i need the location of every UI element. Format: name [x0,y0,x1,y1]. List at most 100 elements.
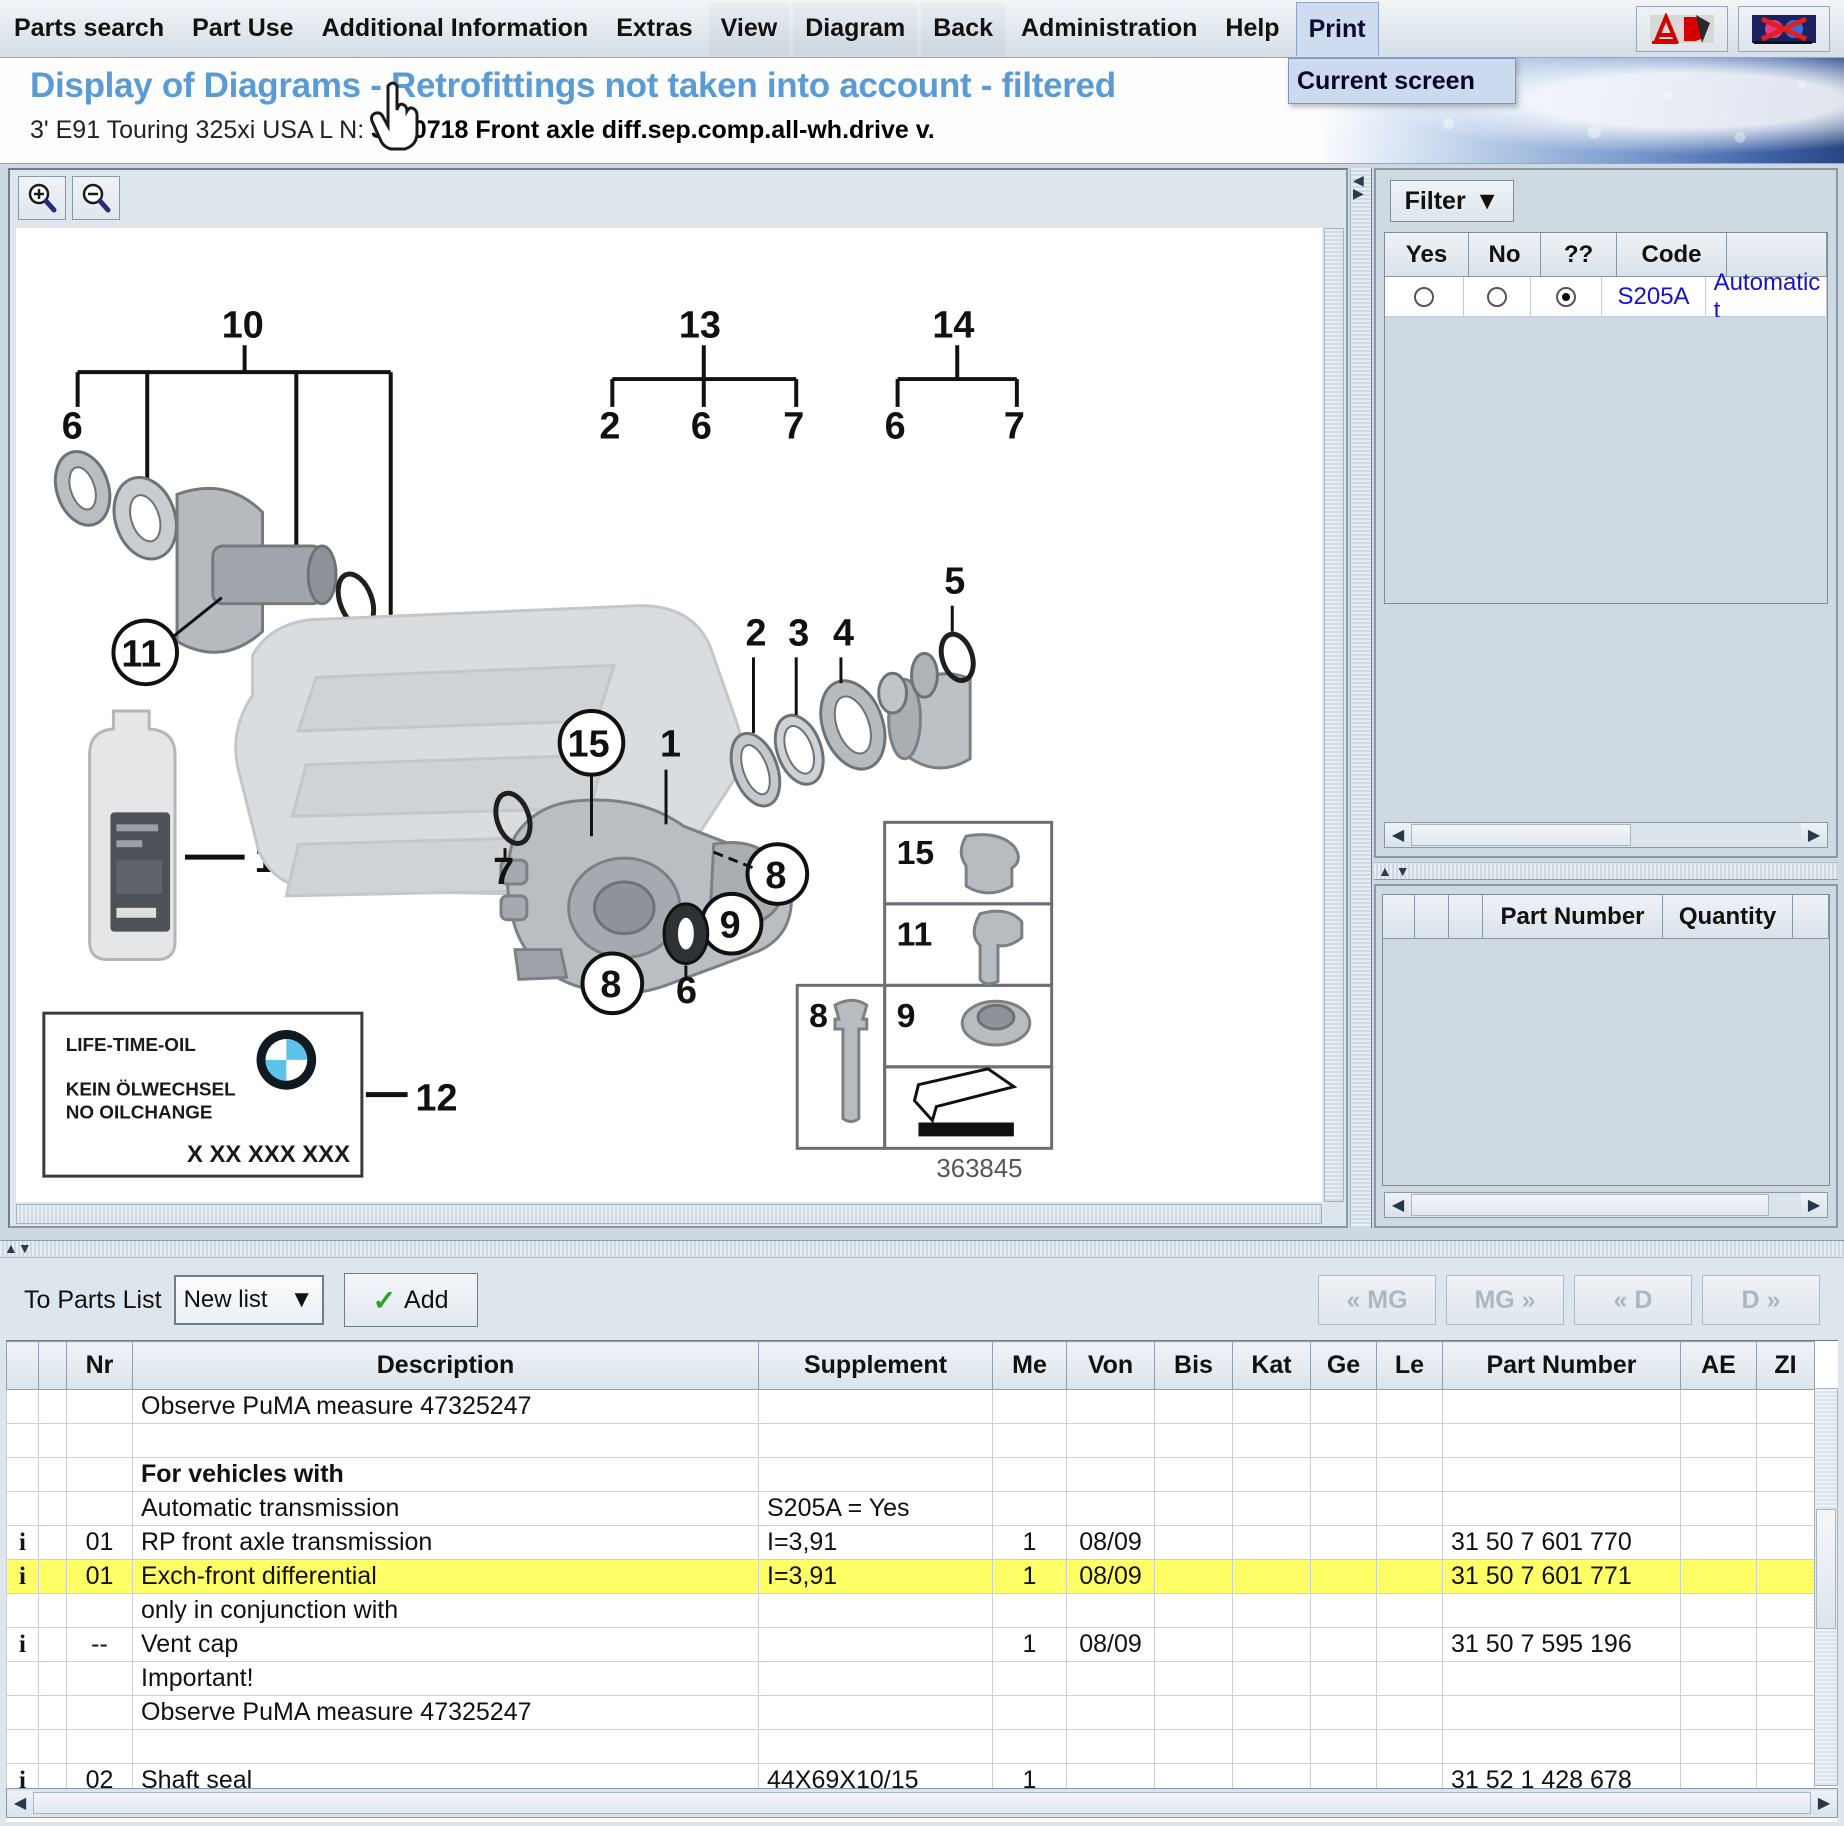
bottom-splitter-arrows[interactable]: ▲▼ [4,1240,32,1256]
bottom-splitter[interactable]: ▲▼ [0,1240,1844,1258]
scroll-thumb[interactable] [1411,824,1631,846]
cell-info [6,1695,39,1730]
col-header-part-number[interactable]: Part Number [1483,895,1663,939]
annotation-tool-button[interactable] [1636,5,1728,52]
right-panel-splitter[interactable]: ▲ ▼ [1374,862,1838,880]
zoom-in-button[interactable] [18,176,66,220]
no-entry-tool-button[interactable] [1738,5,1830,52]
menu-part-use[interactable]: Part Use [180,2,305,56]
table-row[interactable]: i 01 RP front axle transmission I=3,91 1 08/0… [6,1525,1815,1560]
parts-table-horizontal-scrollbar[interactable]: ◀ ▶ [6,1788,1838,1818]
prev-d-button[interactable]: « D [1574,1275,1692,1325]
arrow-left-icon-3[interactable]: ◀ [7,1791,33,1815]
radio-yes[interactable] [1413,286,1434,307]
cell-description[interactable]: Automatic t [1705,269,1828,324]
cell-me: 1 [992,1559,1067,1594]
col-header-nr[interactable]: Nr [66,1341,133,1390]
col-header-von[interactable]: Von [1066,1341,1155,1390]
table-row[interactable]: only in conjunction with [6,1593,1815,1628]
arrow-left-icon[interactable]: ◀ [1385,823,1411,847]
codes-table-row[interactable]: S205A Automatic t [1385,269,1828,324]
table-row[interactable]: For vehicles with [6,1457,1815,1492]
cell-unknown[interactable] [1531,277,1603,317]
zoom-out-button[interactable] [72,176,120,220]
col-header-icon[interactable] [6,1341,39,1390]
vertical-splitter[interactable]: ◀ ▶ [1350,168,1372,1228]
menu-administration[interactable]: Administration [1009,2,1209,56]
col-header-blank3[interactable] [1449,895,1483,939]
arrow-right-icon-2[interactable]: ▶ [1801,1193,1827,1217]
add-button[interactable]: ✓ Add [343,1273,478,1327]
col-header-me[interactable]: Me [992,1341,1067,1390]
diagram-vertical-scrollbar[interactable] [1324,228,1344,1202]
col-header-code[interactable]: Code [1617,233,1727,277]
table-row[interactable]: Observe PuMA measure 47325247 [6,1695,1815,1730]
cell-yes[interactable] [1385,277,1464,317]
col-header-blank[interactable] [38,1341,67,1390]
col-header-yes[interactable]: Yes [1385,233,1469,277]
parts-table-wrapper[interactable]: Nr Description Supplement Me Von Bis Kat… [6,1340,1838,1822]
col-header-ge[interactable]: Ge [1310,1341,1377,1390]
col-header-bis[interactable]: Bis [1154,1341,1233,1390]
cell-me [992,1593,1067,1628]
col-header-blank2[interactable] [1415,895,1449,939]
col-header-kat[interactable]: Kat [1232,1341,1311,1390]
prev-mg-button[interactable]: « MG [1318,1275,1436,1325]
menu-diagram[interactable]: Diagram [793,1,918,56]
menu-parts-search[interactable]: Parts search [2,2,176,56]
cell-blank [38,1389,67,1424]
callout-label-6b: 6 [691,406,712,448]
col-header-no[interactable]: No [1469,233,1541,277]
callout-label-3: 3 [788,612,809,654]
diagram-horizontal-scrollbar[interactable] [16,1204,1322,1224]
col-header-supplement[interactable]: Supplement [758,1341,993,1390]
col-header-description[interactable]: Description [132,1341,759,1390]
next-d-button[interactable]: D » [1702,1275,1820,1325]
menu-view[interactable]: View [708,1,790,56]
radio-unknown[interactable] [1556,286,1577,307]
table-row[interactable] [6,1729,1815,1764]
filter-horizontal-scrollbar[interactable]: ◀ ▶ [1384,822,1828,848]
menu-help[interactable]: Help [1213,2,1291,56]
col-header-blank1[interactable] [1383,895,1415,939]
table-row[interactable]: Automatic transmission S205A = Yes [6,1491,1815,1526]
parts-table-vertical-scrollbar[interactable] [1814,1388,1838,1786]
menu-print[interactable]: Print [1295,1,1379,56]
parts-list-select[interactable]: New list ▼ [173,1275,324,1325]
cell-code[interactable]: S205A [1602,277,1706,317]
col-header-unknown[interactable]: ?? [1541,233,1617,277]
parts-table-scroll-thumb[interactable] [1816,1509,1836,1629]
table-row[interactable] [6,1423,1815,1458]
diagram-canvas[interactable]: 10 6 7 13 2 6 7 [16,228,1322,1202]
table-row[interactable]: Important! [6,1661,1815,1696]
menu-additional-information[interactable]: Additional Information [310,2,601,56]
scroll-thumb-2[interactable] [1411,1194,1769,1216]
cell-no[interactable] [1463,277,1532,317]
cell-blank [38,1695,67,1730]
right-splitter-arrows[interactable]: ▲ ▼ [1378,863,1410,879]
print-menu-dropdown[interactable]: Current screen [1288,58,1516,104]
table-row[interactable]: i -- Vent cap 1 08/09 31 50 7 595 196 [6,1627,1815,1662]
col-header-ae[interactable]: AE [1680,1341,1757,1390]
scroll-thumb-3[interactable] [33,1792,1811,1814]
table-row[interactable]: Observe PuMA measure 47325247 [6,1389,1815,1424]
arrow-right-icon[interactable]: ▶ [1801,823,1827,847]
col-header-zi[interactable]: ZI [1756,1341,1815,1390]
cell-blank [38,1457,67,1492]
col-header-le[interactable]: Le [1376,1341,1443,1390]
cell-info: i [6,1627,39,1662]
arrow-right-icon-3[interactable]: ▶ [1811,1791,1837,1815]
arrow-left-icon-2[interactable]: ◀ [1385,1193,1411,1217]
col-header-part-number[interactable]: Part Number [1442,1341,1681,1390]
table-row[interactable]: i 01 Exch-front differential I=3,91 1 08/09 31… [6,1559,1815,1594]
splitter-arrows[interactable]: ◀ ▶ [1353,173,1364,200]
selected-parts-horizontal-scrollbar[interactable]: ◀ ▶ [1384,1192,1828,1218]
print-menu-item-current-screen[interactable]: Current screen [1297,67,1475,96]
filter-button[interactable]: Filter ▼ [1390,180,1514,222]
menu-back[interactable]: Back [921,1,1005,56]
col-header-blank4[interactable] [1793,895,1829,939]
next-mg-button[interactable]: MG » [1446,1275,1564,1325]
menu-extras[interactable]: Extras [604,2,704,56]
radio-no[interactable] [1486,286,1507,307]
col-header-quantity[interactable]: Quantity [1663,895,1793,939]
